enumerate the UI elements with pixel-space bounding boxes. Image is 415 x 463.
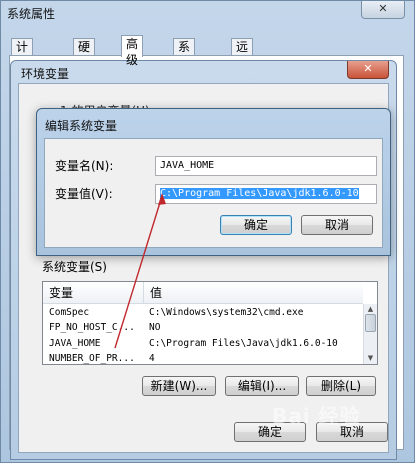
watermark-logo: Bai 经验 [272, 404, 361, 428]
variable-name: ComSpec [49, 307, 90, 318]
table-row[interactable]: JAVA_HOME C:\Program Files\Java\jdk1.6.0… [43, 336, 363, 351]
edit-variable-button[interactable]: 编辑(I)... [225, 376, 299, 396]
variable-name: FP_NO_HOST_C... [49, 322, 135, 333]
vertical-scrollbar[interactable]: ▲ ▼ [363, 304, 377, 364]
variable-value: NO [149, 322, 161, 333]
variable-value-label: 变量值(V): [55, 187, 113, 201]
edit-system-variable-dialog: 编辑系统变量 变量名(N): JAVA_HOME 变量值(V): C:\Prog… [36, 108, 391, 256]
close-icon[interactable]: ✕ [361, 1, 405, 19]
table-row[interactable]: ComSpec C:\Windows\system32\cmd.exe [43, 305, 363, 320]
tab-computer-name[interactable]: 计算机名 [11, 38, 34, 102]
table-row[interactable]: FP_NO_HOST_C... NO [43, 320, 363, 335]
selected-text: C:\Program Files\Java\jdk1.6.0-10 [160, 188, 359, 199]
scroll-up-arrow-icon[interactable]: ▲ [366, 305, 375, 313]
variable-name-field[interactable]: JAVA_HOME [155, 156, 377, 176]
delete-variable-button[interactable]: 删除(L) [306, 376, 376, 396]
variable-value: C:\Windows\system32\cmd.exe [149, 307, 304, 318]
column-header-value[interactable]: 值 [143, 282, 363, 304]
window-title: 系统属性 [7, 7, 56, 21]
new-variable-button[interactable]: 新建(W)... [142, 376, 216, 396]
variable-value: 4 [149, 353, 155, 364]
variable-name-label: 变量名(N): [55, 159, 114, 173]
system-variables-label: 系统变量(S) [42, 260, 107, 274]
system-variables-table[interactable]: 变量 值 ComSpec C:\Windows\system32\cmd.exe… [42, 281, 378, 365]
column-header-variable[interactable]: 变量 [43, 282, 143, 304]
dialog-title: 编辑系统变量 [45, 119, 118, 133]
dialog-cancel-button[interactable]: 取消 [301, 215, 373, 235]
dialog-ok-button[interactable]: 确定 [220, 215, 292, 235]
tab-hardware[interactable]: 硬件 [73, 38, 96, 70]
dialog-body: 变量名(N): JAVA_HOME 变量值(V): C:\Program Fil… [44, 138, 383, 248]
tab-advanced[interactable]: 高级 [121, 35, 144, 67]
variable-name: NUMBER_OF_PR... [49, 353, 135, 364]
close-icon[interactable]: ✕ [347, 61, 389, 79]
variable-name: JAVA_HOME [49, 338, 101, 349]
tab-system-protection[interactable]: 系统保护 [173, 38, 196, 102]
scroll-down-arrow-icon[interactable]: ▼ [366, 354, 375, 362]
tab-remote[interactable]: 远程 [231, 38, 254, 70]
table-row[interactable]: NUMBER_OF_PR... 4 [43, 351, 363, 364]
variable-value: C:\Program Files\Java\jdk1.6.0-10 [149, 338, 338, 349]
window-title: 环境变量 [21, 67, 70, 81]
scroll-thumb[interactable] [365, 314, 376, 332]
variable-value-field[interactable]: C:\Program Files\Java\jdk1.6.0-10 [155, 184, 377, 204]
